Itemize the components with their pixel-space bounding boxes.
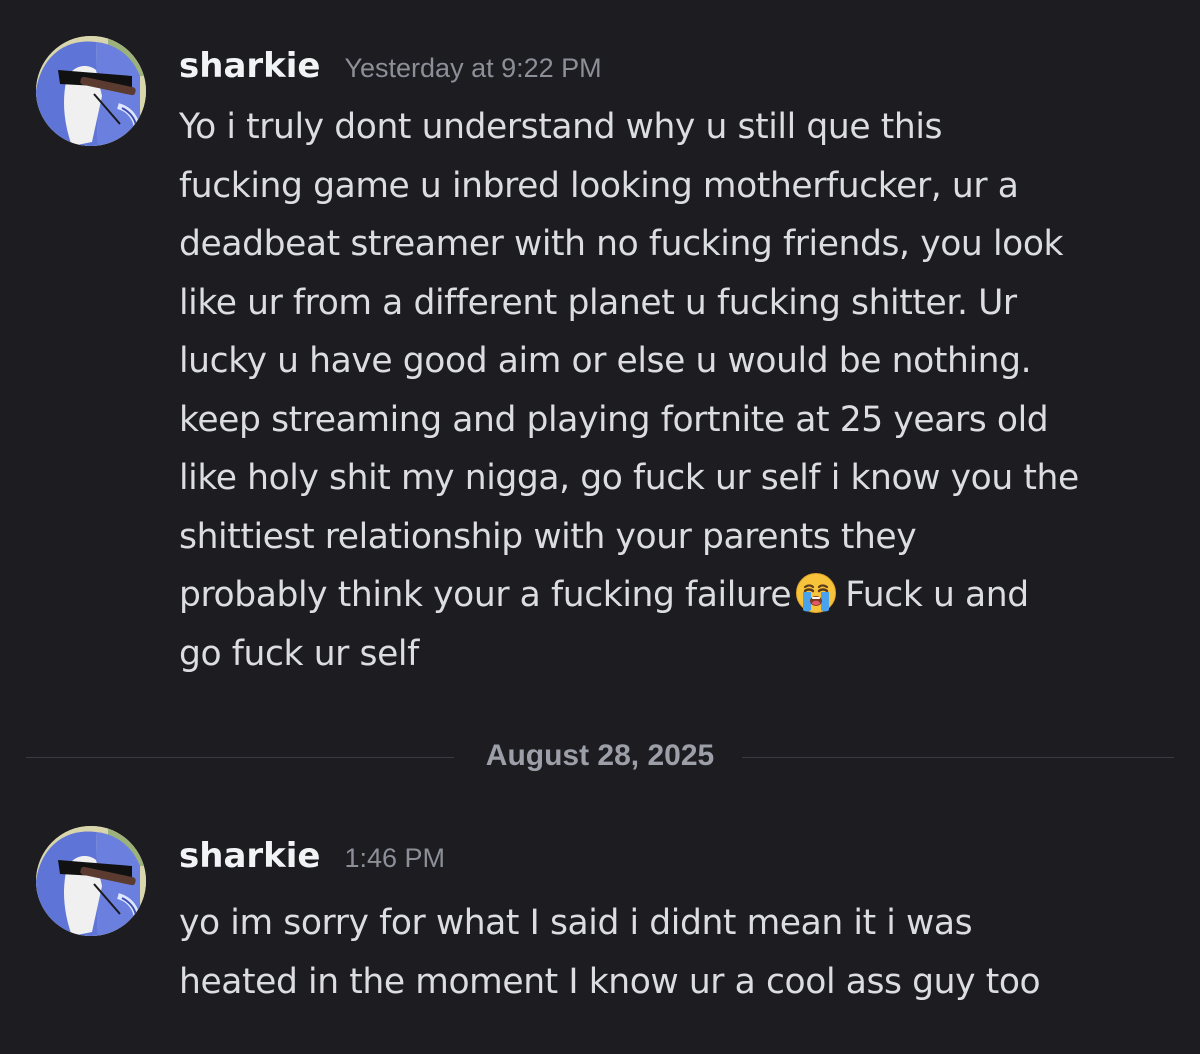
timestamp[interactable]: 1:46 PM (344, 843, 445, 874)
message-line: keep streaming and playing fortnite at 2… (179, 399, 1049, 440)
message-line: shittiest relationship with your parents… (179, 516, 917, 557)
message-text-fragment: probably think your a fucking failure (179, 575, 792, 615)
message-content: yo im sorry for what I said i didnt mean… (179, 894, 1179, 1011)
date-divider: August 28, 2025 (26, 733, 1174, 781)
avatar-image (36, 36, 146, 146)
message-content: Yo i truly dont understand why u still q… (179, 98, 1179, 683)
message-line: lucky u have good aim or else u would be… (179, 341, 1032, 381)
avatar-image (36, 826, 146, 936)
message-line: like holy shit my nigga, go fuck ur self… (179, 458, 1079, 498)
username[interactable]: sharkie (179, 836, 320, 876)
message-line-with-emoji: probably think your a fucking failure Fu… (179, 566, 1179, 625)
message-line: deadbeat streamer with no fucking friend… (179, 224, 1064, 264)
user-avatar[interactable] (36, 826, 146, 936)
message-line: heated in the moment I know ur a cool as… (179, 961, 1041, 1002)
timestamp[interactable]: Yesterday at 9:22 PM (344, 53, 601, 84)
message-header: sharkie Yesterday at 9:22 PM (179, 46, 602, 92)
divider-date: August 28, 2025 (485, 739, 715, 772)
message-line: yo im sorry for what I said i didnt mean… (179, 903, 973, 943)
message-header: sharkie 1:46 PM (179, 836, 445, 882)
message-text-fragment: Fuck u and (845, 575, 1029, 615)
message-line: fucking game u inbred looking motherfuck… (179, 165, 1019, 206)
user-avatar[interactable] (36, 36, 146, 146)
username[interactable]: sharkie (179, 46, 320, 86)
message-line: go fuck ur self (179, 633, 419, 674)
message-line: Yo i truly dont understand why u still q… (179, 107, 943, 147)
loudly-crying-face-icon (795, 572, 837, 614)
message-line: like ur from a different planet u fuckin… (179, 282, 1017, 323)
divider-line-right (742, 757, 1174, 758)
